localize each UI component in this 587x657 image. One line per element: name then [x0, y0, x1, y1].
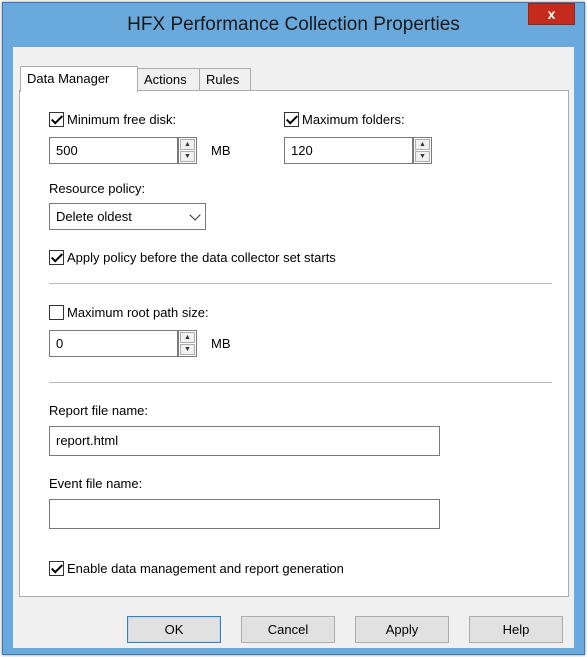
ok-button[interactable]: OK	[127, 616, 221, 643]
min-free-disk-label: Minimum free disk:	[67, 111, 177, 127]
max-folders-row: Maximum folders:	[284, 110, 405, 128]
dialog-window: HFX Performance Collection Properties x …	[2, 2, 585, 655]
resource-policy-value: Delete oldest	[56, 209, 132, 224]
separator	[49, 382, 552, 383]
tab-rules[interactable]: Rules	[199, 68, 251, 91]
max-root-path-spinner: ▲ ▼	[178, 330, 197, 357]
max-root-path-input[interactable]: 0	[49, 330, 178, 357]
help-button[interactable]: Help	[469, 616, 563, 643]
max-root-path-up-icon[interactable]: ▲	[180, 332, 195, 343]
event-file-label: Event file name:	[49, 476, 143, 491]
min-free-disk-input[interactable]: 500	[49, 137, 178, 164]
enable-data-mgmt-checkbox[interactable]	[49, 560, 64, 576]
apply-button[interactable]: Apply	[355, 616, 449, 643]
min-free-disk-unit: MB	[211, 143, 231, 158]
apply-policy-label: Apply policy before the data collector s…	[67, 249, 336, 265]
max-root-path-checkbox[interactable]	[49, 304, 64, 320]
dialog-client-area: Data Manager Actions Rules Minimum free …	[13, 47, 574, 648]
max-folders-checkbox[interactable]	[284, 111, 299, 127]
min-free-disk-checkbox[interactable]	[49, 111, 64, 127]
report-file-input[interactable]: report.html	[49, 426, 440, 456]
resource-policy-label: Resource policy:	[49, 181, 146, 196]
max-folders-spinner: ▲ ▼	[413, 137, 432, 164]
separator	[49, 283, 552, 284]
max-root-path-down-icon[interactable]: ▼	[180, 344, 195, 355]
max-folders-down-icon[interactable]: ▼	[415, 151, 430, 162]
max-folders-input[interactable]: 120	[284, 137, 413, 164]
apply-policy-row: Apply policy before the data collector s…	[49, 248, 336, 266]
max-folders-up-icon[interactable]: ▲	[415, 139, 430, 150]
enable-data-mgmt-label: Enable data management and report genera…	[67, 560, 344, 576]
max-root-path-unit: MB	[211, 336, 231, 351]
min-free-disk-down-icon[interactable]: ▼	[180, 151, 195, 162]
data-manager-panel: Minimum free disk: 500 ▲ ▼ MB Maximum fo…	[19, 90, 569, 597]
max-root-path-label: Maximum root path size:	[67, 304, 209, 320]
resource-policy-select[interactable]: Delete oldest	[49, 203, 206, 230]
event-file-input[interactable]	[49, 499, 440, 529]
min-free-disk-row: Minimum free disk:	[49, 110, 176, 128]
enable-data-mgmt-row: Enable data management and report genera…	[49, 559, 344, 577]
min-free-disk-spinner: ▲ ▼	[178, 137, 197, 164]
report-file-label: Report file name:	[49, 403, 148, 418]
max-folders-label: Maximum folders:	[302, 111, 405, 127]
tab-data-manager[interactable]: Data Manager	[20, 66, 138, 92]
close-button[interactable]: x	[528, 3, 575, 25]
max-root-path-row: Maximum root path size:	[49, 303, 209, 321]
chevron-down-icon	[189, 209, 201, 221]
cancel-button[interactable]: Cancel	[241, 616, 335, 643]
min-free-disk-up-icon[interactable]: ▲	[180, 139, 195, 150]
tab-actions[interactable]: Actions	[137, 68, 200, 91]
window-title: HFX Performance Collection Properties	[127, 14, 460, 35]
apply-policy-checkbox[interactable]	[49, 249, 64, 265]
